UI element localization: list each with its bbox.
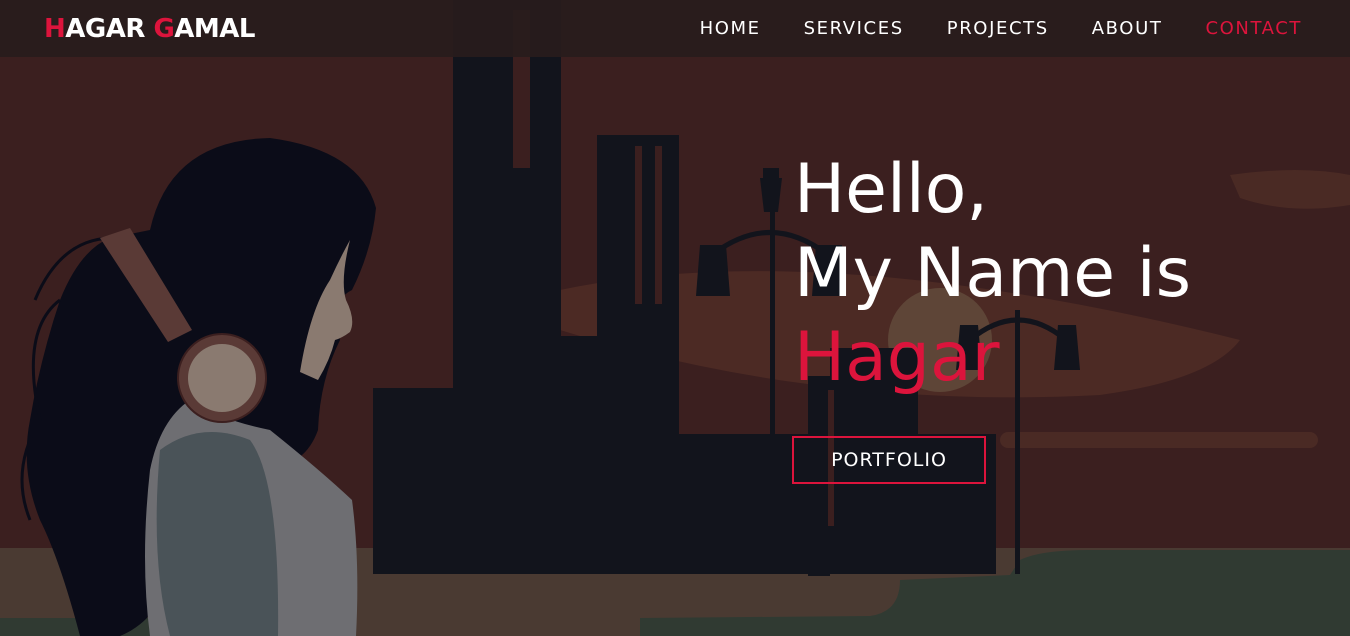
nav-link-about[interactable]: ABOUT <box>1092 18 1163 39</box>
hero-name: Hagar <box>794 318 1000 397</box>
hero-greeting: Hello, <box>794 150 988 229</box>
nav-link-services[interactable]: SERVICES <box>804 18 904 39</box>
navbar: HAGAR GAMAL HOME SERVICES PROJECTS ABOUT… <box>0 0 1350 57</box>
brand-first-rest: AGAR <box>65 13 154 44</box>
nav-link-projects[interactable]: PROJECTS <box>947 18 1049 39</box>
brand-first-initial: H <box>44 13 66 44</box>
portfolio-button[interactable]: PORTFOLIO <box>792 436 986 484</box>
nav-link-home[interactable]: HOME <box>700 18 761 39</box>
nav-menu: HOME SERVICES PROJECTS ABOUT CONTACT <box>700 18 1302 39</box>
brand-logo[interactable]: HAGAR GAMAL <box>44 16 255 42</box>
brand-last-initial: G <box>153 13 175 44</box>
brand-last-rest: AMAL <box>174 13 255 44</box>
nav-link-contact[interactable]: CONTACT <box>1205 18 1302 39</box>
hero-intro: My Name is <box>794 234 1192 313</box>
hero-heading: Hello, My Name is Hagar <box>794 148 1191 400</box>
